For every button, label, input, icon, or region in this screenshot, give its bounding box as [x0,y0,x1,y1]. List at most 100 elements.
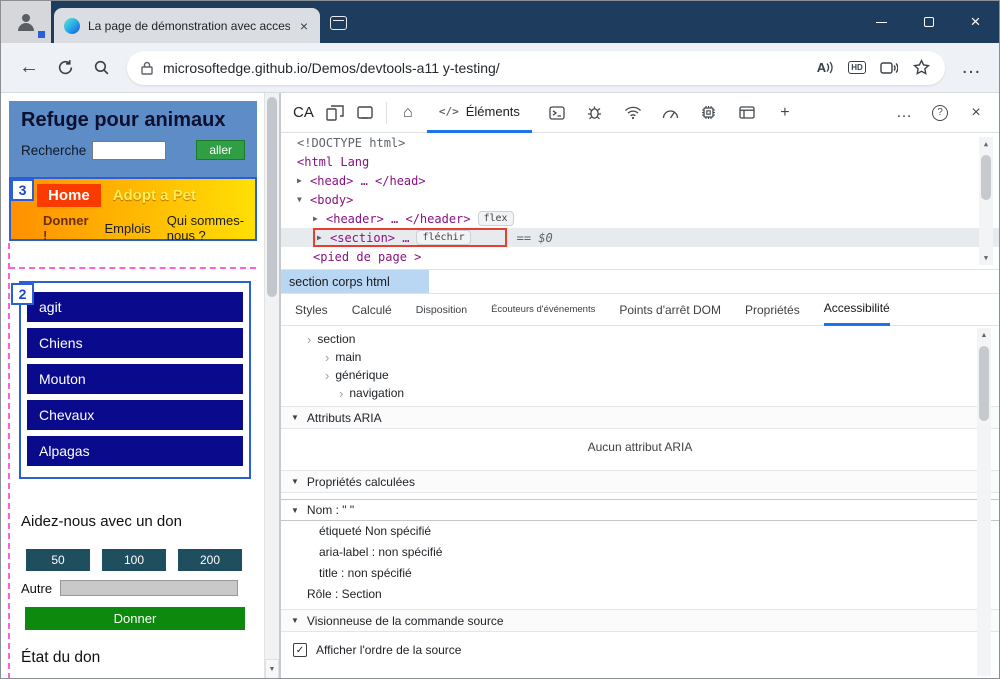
read-aloud-button[interactable]: A [809,52,841,84]
a11y-scrollbar[interactable]: ▲ [977,328,991,676]
computed-properties-header[interactable]: ▼ Propriétés calculées [281,470,999,493]
search-input[interactable] [92,140,167,160]
computed-name-row[interactable]: ▼ Nom : " " [281,499,999,521]
tab-dom-breakpoints[interactable]: Points d'arrêt DOM [619,293,721,326]
source-order-checkbox-label: Afficher l'ordre de la source [316,643,462,657]
tree-scrollbar[interactable]: ▲ ▼ [979,137,993,265]
source-order-viewer-header[interactable]: ▼ Visionneuse de la commande source [281,609,999,632]
flex-badge[interactable]: fléchir [416,230,471,245]
a11y-scrollbar-thumb[interactable] [979,346,989,421]
minimize-button[interactable] [858,1,905,43]
tab-properties[interactable]: Propriétés [745,293,800,326]
console-panel-button[interactable] [542,98,572,128]
chevron-right-icon[interactable]: › [339,387,343,400]
aria-attributes-header[interactable]: ▼ Attributs ARIA [281,406,999,429]
a11y-tree-node[interactable]: › main [281,348,999,366]
tab-styles[interactable]: Styles [295,293,328,326]
donate-button[interactable]: Donner [25,607,245,630]
tree-node-html[interactable]: <html Lang [281,152,999,171]
browser-essentials-button[interactable] [873,52,905,84]
search-go-button[interactable]: aller [196,140,245,160]
breadcrumb[interactable]: section corps html [281,270,429,293]
favorites-button[interactable] [905,52,937,84]
tab-close-icon[interactable]: × [298,18,310,34]
expand-arrow-icon[interactable]: ▶ [313,214,326,223]
collapse-arrow-icon: ▼ [291,477,299,486]
devtools-more-menu-button[interactable]: … [889,98,919,128]
tree-node-head[interactable]: ▶ <head> … </head> [281,171,999,190]
devtools-close-button[interactable]: × [961,98,991,128]
list-item[interactable]: Chevaux [27,400,243,430]
tree-node-header[interactable]: ▶ <header> … </header> flex [281,209,999,228]
devtools-home-tab[interactable]: ⌂ [393,98,423,128]
collapse-arrow-icon[interactable]: ▼ [297,195,310,204]
dom-breadcrumb-bar: section corps html [281,269,999,293]
other-amount-input[interactable] [60,580,239,596]
source-order-checkbox[interactable]: ✓ [293,643,307,657]
list-item[interactable]: Alpagas [27,436,243,466]
nav-home-link[interactable]: Home [37,184,101,207]
amount-button[interactable]: 50 [26,549,90,571]
page-scrollbar-thumb[interactable] [267,97,277,297]
scroll-down-button[interactable]: ▼ [265,659,279,678]
screen-frame-button[interactable] [350,98,380,128]
nav-adopt-link[interactable]: Adopt a Pet [113,187,196,204]
device-toolbar-button[interactable] [320,98,350,128]
nav-donate-link[interactable]: Donner ! [43,213,89,243]
performance-panel-button[interactable] [656,98,686,128]
close-button[interactable]: × [952,1,999,43]
list-item[interactable]: Chiens [27,328,243,358]
application-panel-button[interactable] [732,98,762,128]
debugger-panel-button[interactable] [580,98,610,128]
nav-about-link[interactable]: Qui sommes-nous ? [167,213,255,243]
expand-arrow-icon[interactable]: ▶ [297,176,310,185]
chevron-right-icon[interactable]: › [325,351,329,364]
tab-elements[interactable]: </> Éléments [426,93,532,133]
tab-layout[interactable]: Disposition [416,293,467,326]
address-bar[interactable]: microsoftedge.github.io/Demos/devtools-a… [127,50,945,85]
maximize-button[interactable] [905,1,952,43]
nav-jobs-link[interactable]: Emplois [105,221,151,236]
amount-button[interactable]: 200 [178,549,242,571]
profile-button[interactable] [1,1,51,43]
a11y-tree-node[interactable]: › navigation [281,384,999,402]
tree-node-footer[interactable]: <pied de page > [281,247,999,266]
source-order-badge-2: 2 [11,283,34,305]
tree-node-doctype[interactable]: <!DOCTYPE html> [281,133,999,152]
list-item[interactable]: Mouton [27,364,243,394]
scroll-up-button[interactable]: ▲ [977,328,991,342]
chevron-right-icon[interactable]: › [325,369,329,382]
settings-more-button[interactable]: … [953,50,989,86]
page-scrollbar[interactable]: ▼ [264,93,279,678]
devtools-help-button[interactable]: ? [925,98,955,128]
tab-event-listeners[interactable]: Écouteurs d'événements [491,293,595,326]
hd-button[interactable]: HD [841,52,873,84]
browser-tab[interactable]: La page de démonstration avec accessibil… [54,8,320,43]
tab-accessibility[interactable]: Accessibilité [823,293,890,326]
tab-computed[interactable]: Calculé [352,293,392,326]
chevron-right-icon[interactable]: › [307,333,311,346]
tab-actions-icon[interactable] [330,16,347,30]
url-text[interactable]: microsoftedge.github.io/Demos/devtools-a… [163,60,809,76]
network-panel-button[interactable] [618,98,648,128]
memory-panel-button[interactable] [694,98,724,128]
flex-badge[interactable]: flex [477,211,514,226]
refresh-button[interactable] [47,50,83,86]
tree-node-body[interactable]: ▼ <body> [281,190,999,209]
a11y-tree-node[interactable]: › section [281,330,999,348]
page-title: Refuge pour animaux [21,109,226,131]
add-panel-button[interactable]: + [770,98,800,128]
search-button[interactable] [83,50,119,86]
a11y-tree-node[interactable]: › générique [281,366,999,384]
inspect-tool-label[interactable]: CA [293,104,314,121]
tree-node-section-selected[interactable]: ▶ <section> … fléchir == $0 [281,228,999,247]
scroll-up-button[interactable]: ▲ [979,137,993,151]
amount-button[interactable]: 100 [102,549,166,571]
site-info-lock-icon[interactable] [141,61,153,75]
list-item[interactable]: agit [27,292,243,322]
donation-title: Aidez-nous avec un don [21,513,182,530]
back-button[interactable]: ← [11,50,47,86]
scroll-down-button[interactable]: ▼ [979,251,993,265]
tree-scrollbar-thumb[interactable] [981,155,991,200]
expand-arrow-icon[interactable]: ▶ [317,233,330,242]
